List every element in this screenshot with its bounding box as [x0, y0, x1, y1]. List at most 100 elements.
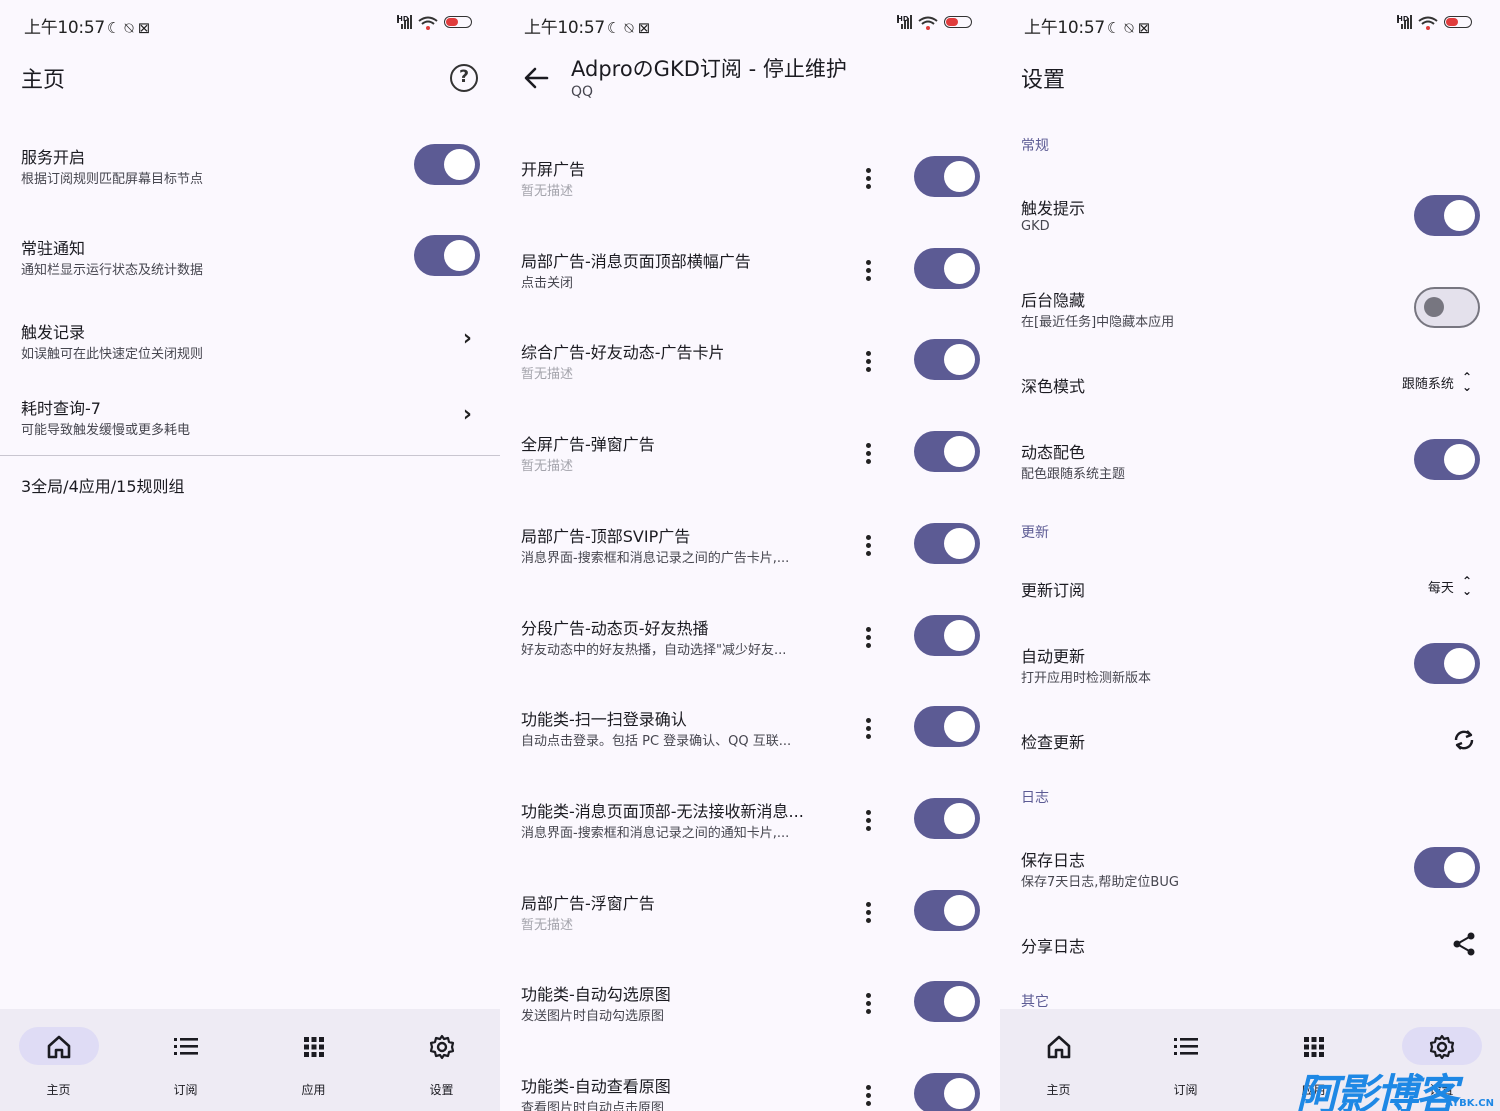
settings-gear-icon — [1429, 1034, 1454, 1060]
unfold-icon: ⌃ ⌄ — [1461, 370, 1472, 394]
section-log: 日志 — [1021, 790, 1049, 806]
more-vert-icon[interactable] — [866, 534, 872, 559]
wifi-icon — [1418, 15, 1438, 30]
more-vert-icon[interactable] — [866, 168, 872, 192]
rule-description: 消息界面-搜索框和消息记录之间的广告卡片,... — [521, 550, 790, 566]
service-toggle-row[interactable]: 服务开启 根据订阅规则匹配屏幕目标节点 — [0, 135, 500, 205]
rule-toggle[interactable] — [914, 797, 980, 839]
row-title: 常驻通知 — [21, 239, 86, 258]
rule-toggle[interactable] — [914, 889, 980, 931]
rule-toggle[interactable] — [914, 614, 980, 656]
rule-row[interactable]: 功能类-消息页面顶部-无法接收新消息... 消息界面-搜索框和消息记录之间的通知卡… — [500, 789, 1000, 859]
row-title: 后台隐藏 — [1021, 291, 1086, 310]
hide-recent-toggle[interactable] — [1414, 287, 1480, 328]
status-indicators: HD — [897, 15, 972, 30]
more-vert-icon[interactable] — [866, 443, 872, 467]
rule-description: 发送图片时自动勾选原图 — [521, 1009, 665, 1025]
rule-toggle[interactable] — [914, 156, 980, 197]
nav-settings[interactable]: 设置 — [379, 1009, 500, 1111]
rule-toggle[interactable] — [914, 339, 980, 381]
section-other: 其它 — [1021, 994, 1049, 1010]
more-vert-icon[interactable] — [866, 259, 872, 284]
unfold-icon: ⌃ ⌄ — [1461, 574, 1472, 598]
update-frequency-select[interactable]: 每天 ⌃ ⌄ — [1428, 574, 1472, 598]
rule-description: 暂无描述 — [521, 184, 574, 199]
back-arrow-icon[interactable] — [522, 64, 550, 92]
trigger-tip-toggle[interactable] — [1414, 195, 1480, 236]
rule-row[interactable]: 局部广告-浮窗广告 暂无描述 — [500, 881, 1000, 951]
trigger-tip-row[interactable]: 触发提示 GKD — [1000, 186, 1500, 256]
time-query-row[interactable]: 耗时查询-7 可能导致触发缓慢或更多耗电 › — [0, 386, 500, 456]
row-subtitle: 如误触可在此快速定位关闭规则 — [21, 347, 204, 362]
dark-mode-select[interactable]: 跟随系统 ⌃ ⌄ — [1402, 370, 1472, 394]
page-title: 设置 — [1021, 68, 1066, 93]
rule-row[interactable]: 综合广告-好友动态-广告卡片 暂无描述 — [500, 330, 1000, 400]
rule-toggle[interactable] — [914, 981, 980, 1023]
refresh-icon[interactable] — [1450, 726, 1478, 754]
more-vert-icon[interactable] — [866, 993, 872, 1017]
rule-toggle[interactable] — [914, 431, 980, 473]
more-vert-icon[interactable] — [866, 901, 872, 926]
help-icon[interactable]: ? — [450, 64, 478, 92]
rule-description: 查看图片时自动点击原图 — [521, 1101, 665, 1111]
rule-title: 全屏广告-弹窗广告 — [521, 435, 655, 455]
divider — [0, 455, 500, 456]
rule-description: 消息界面-搜索框和消息记录之间的通知卡片,... — [521, 825, 790, 841]
row-title: 更新订阅 — [1021, 581, 1086, 600]
auto-update-toggle[interactable] — [1414, 643, 1480, 684]
rule-summary: 3全局/4应用/15规则组 — [21, 477, 185, 496]
more-vert-icon[interactable] — [866, 1085, 872, 1109]
update-subscription-row[interactable]: 更新订阅 每天 ⌃ ⌄ — [1000, 566, 1500, 610]
hide-recent-row[interactable]: 后台隐藏 在[最近任务]中隐藏本应用 — [1000, 278, 1500, 348]
notification-toggle[interactable] — [414, 235, 480, 276]
rule-title: 分段广告-动态页-好友热播 — [521, 618, 709, 638]
rule-description: 点击关闭 — [521, 275, 574, 291]
persistent-notification-row[interactable]: 常驻通知 通知栏显示运行状态及统计数据 — [0, 226, 500, 296]
rule-title: 功能类-消息页面顶部-无法接收新消息... — [521, 801, 804, 821]
rule-row[interactable]: 局部广告-消息页面顶部横幅广告 点击关闭 — [500, 239, 1000, 309]
apps-grid-icon — [303, 1037, 324, 1057]
rule-toggle[interactable] — [914, 522, 980, 564]
row-title: 动态配色 — [1021, 443, 1086, 462]
trigger-log-row[interactable]: 触发记录 如误触可在此快速定位关闭规则 › — [0, 310, 500, 380]
rule-row[interactable]: 功能类-自动查看原图 查看图片时自动点击原图 — [500, 1064, 1000, 1111]
watermark-text: 阿影博客 — [1296, 1070, 1458, 1111]
rule-row[interactable]: 功能类-自动勾选原图 发送图片时自动勾选原图 — [500, 972, 1000, 1042]
row-title: 服务开启 — [21, 148, 86, 167]
dark-mode-row[interactable]: 深色模式 跟随系统 ⌃ ⌄ — [1000, 362, 1500, 406]
nav-subscriptions[interactable]: 订阅 — [123, 1009, 248, 1111]
check-update-row[interactable]: 检查更新 — [1000, 718, 1500, 762]
rule-row[interactable]: 局部广告-顶部SVIP广告 消息界面-搜索框和消息记录之间的广告卡片,... — [500, 514, 1000, 584]
rule-row[interactable]: 功能类-扫一扫登录确认 自动点击登录。包括 PC 登录确认、QQ 互联... — [500, 697, 1000, 767]
more-vert-icon[interactable] — [866, 718, 872, 742]
dynamic-color-row[interactable]: 动态配色 配色跟随系统主题 — [1000, 430, 1500, 500]
row-title: 深色模式 — [1021, 377, 1086, 396]
rule-toggle[interactable] — [914, 247, 980, 289]
more-vert-icon[interactable] — [866, 809, 872, 834]
rule-row[interactable]: 开屏广告 暂无描述 — [500, 147, 1000, 217]
nav-apps[interactable]: 应用 — [251, 1009, 376, 1111]
battery-icon — [944, 16, 972, 28]
rule-row[interactable]: 分段广告-动态页-好友热播 好友动态中的好友热播，自动选择"减少好友... — [500, 606, 1000, 676]
share-log-row[interactable]: 分享日志 — [1000, 922, 1500, 966]
dynamic-color-toggle[interactable] — [1414, 439, 1480, 480]
section-update: 更新 — [1021, 525, 1049, 541]
rule-toggle[interactable] — [914, 706, 980, 748]
rule-description: 暂无描述 — [521, 459, 574, 475]
nav-home[interactable]: 主页 — [1000, 1009, 1121, 1111]
nav-home[interactable]: 主页 — [0, 1009, 121, 1111]
save-log-row[interactable]: 保存日志 保存7天日志,帮助定位BUG — [1000, 838, 1500, 908]
more-vert-icon[interactable] — [866, 351, 872, 375]
nav-subscriptions[interactable]: 订阅 — [1123, 1009, 1248, 1111]
rule-toggle[interactable] — [914, 1073, 980, 1111]
more-vert-icon[interactable] — [866, 626, 872, 651]
auto-update-row[interactable]: 自动更新 打开应用时检测新版本 — [1000, 634, 1500, 704]
rule-row[interactable]: 全屏广告-弹窗广告暂无描述 — [500, 422, 1000, 492]
chevron-right-icon: › — [462, 326, 472, 351]
page-subtitle: QQ — [571, 84, 594, 100]
row-title: 分享日志 — [1021, 937, 1086, 956]
service-toggle[interactable] — [414, 144, 480, 185]
share-icon[interactable] — [1450, 930, 1478, 958]
status-time: 上午10:57 ☾ ⍉ ⊠ — [1024, 18, 1150, 38]
save-log-toggle[interactable] — [1414, 847, 1480, 888]
